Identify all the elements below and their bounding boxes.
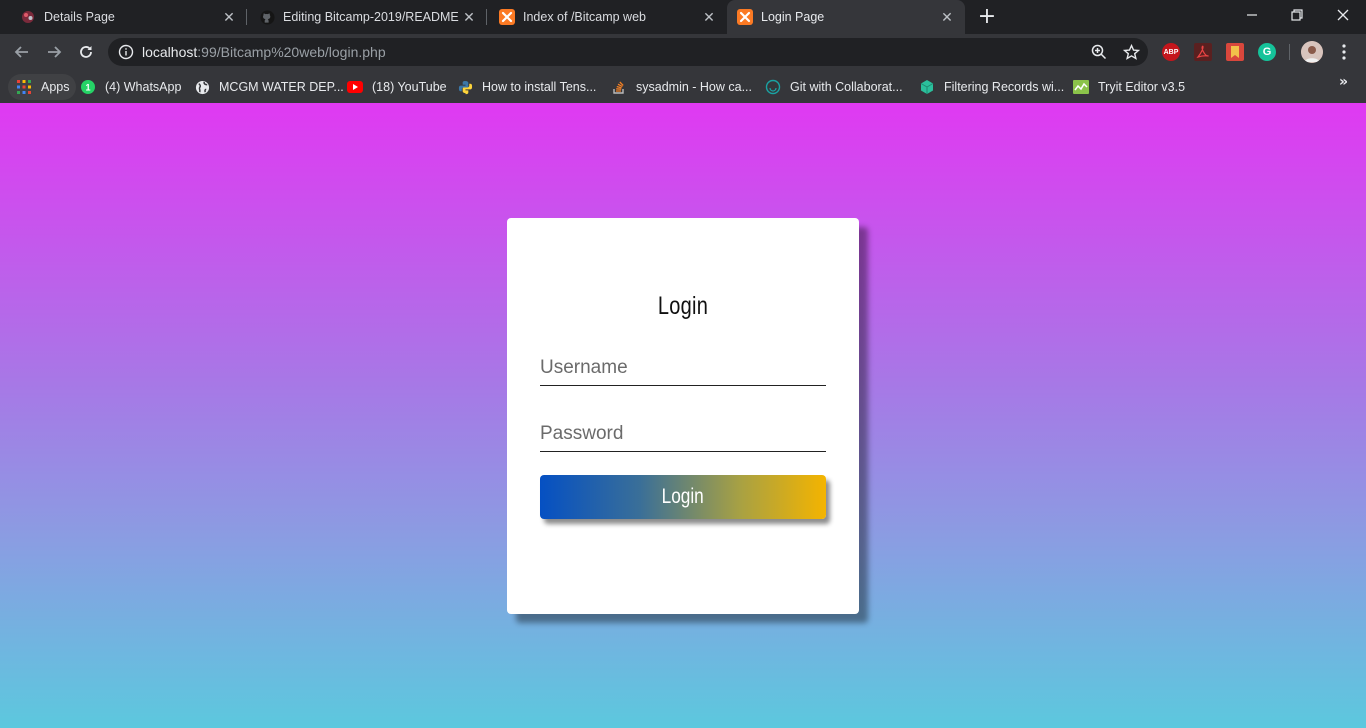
password-input[interactable] xyxy=(540,416,826,452)
bookmark-star-icon[interactable] xyxy=(1122,43,1140,61)
close-tab-icon[interactable]: ✕ xyxy=(219,9,239,26)
reload-icon[interactable] xyxy=(75,41,97,63)
address-bar[interactable]: localhost:99/Bitcamp%20web/login.php xyxy=(108,38,1148,66)
bookmark-git[interactable]: Git with Collaborat... xyxy=(765,74,903,100)
browser-toolbar: localhost:99/Bitcamp%20web/login.php ABP… xyxy=(0,34,1366,70)
login-button[interactable]: Login xyxy=(540,475,826,519)
globe-icon xyxy=(194,79,210,95)
stackoverflow-icon xyxy=(611,79,627,95)
close-window-icon[interactable] xyxy=(1331,4,1355,26)
tab-title: Editing Bitcamp-2019/README.m xyxy=(283,10,459,24)
restore-icon[interactable] xyxy=(1285,4,1309,26)
page-viewport: Login Login xyxy=(0,103,1366,728)
bookmarks-bar: Apps 1 (4) WhatsApp MCGM WATER DEP... (1… xyxy=(0,70,1366,103)
bookmark-tryit[interactable]: Tryit Editor v3.5 xyxy=(1073,74,1185,100)
tab-login-page[interactable]: Login Page ✕ xyxy=(727,0,965,34)
tab-editing-readme[interactable]: Editing Bitcamp-2019/README.m ✕ xyxy=(247,0,487,34)
github-icon xyxy=(259,9,275,25)
bookmark-youtube[interactable]: (18) YouTube xyxy=(347,74,447,100)
login-heading: Login xyxy=(657,292,709,320)
zoom-icon[interactable] xyxy=(1090,43,1108,61)
app-icon xyxy=(20,9,36,25)
bookmark-label: Apps xyxy=(41,80,70,94)
whatsapp-icon: 1 xyxy=(80,79,96,95)
close-tab-icon[interactable]: ✕ xyxy=(459,9,479,26)
url-host: localhost xyxy=(142,44,198,60)
username-input[interactable] xyxy=(540,350,826,386)
apps-grid-icon xyxy=(16,79,32,95)
cube-icon xyxy=(919,79,935,95)
login-button-label: Login xyxy=(661,485,705,508)
bookmark-sysadmin[interactable]: sysadmin - How ca... xyxy=(611,74,752,100)
close-tab-icon[interactable]: ✕ xyxy=(699,9,719,26)
close-tab-icon[interactable]: ✕ xyxy=(937,9,957,26)
login-card: Login Login xyxy=(507,218,859,614)
forward-icon[interactable] xyxy=(43,41,65,63)
tab-title: Details Page xyxy=(44,10,115,24)
grammarly-icon[interactable]: G xyxy=(1258,43,1276,61)
chart-icon xyxy=(1073,79,1089,95)
bookmark-apps[interactable]: Apps xyxy=(8,74,76,100)
pdf-icon[interactable] xyxy=(1194,43,1212,61)
tab-title: Index of /Bitcamp web xyxy=(523,10,646,24)
svg-text:1: 1 xyxy=(85,83,90,93)
bookmark-extension-icon[interactable] xyxy=(1226,43,1244,61)
xampp-icon xyxy=(499,9,515,25)
python-icon xyxy=(457,79,473,95)
back-icon[interactable] xyxy=(11,41,33,63)
minimize-icon[interactable] xyxy=(1240,4,1264,26)
circle-icon xyxy=(765,79,781,95)
bookmark-whatsapp[interactable]: 1 (4) WhatsApp xyxy=(80,74,181,100)
toolbar-divider xyxy=(1289,44,1290,60)
menu-icon[interactable] xyxy=(1335,43,1353,61)
url-text: localhost:99/Bitcamp%20web/login.php xyxy=(142,44,386,60)
adblock-icon[interactable]: ABP xyxy=(1162,43,1180,61)
bookmark-mcgm[interactable]: MCGM WATER DEP... xyxy=(194,74,344,100)
info-icon[interactable] xyxy=(118,44,134,60)
tab-title: Login Page xyxy=(761,10,825,24)
bookmark-label: Git with Collaborat... xyxy=(790,80,903,94)
bookmark-label: sysadmin - How ca... xyxy=(636,80,753,94)
adblock-label: ABP xyxy=(1163,48,1179,56)
url-path: :99/Bitcamp%20web/login.php xyxy=(197,44,386,60)
bookmark-label: (18) YouTube xyxy=(372,80,447,94)
bookmarks-overflow-icon[interactable]: » xyxy=(1339,74,1348,90)
youtube-icon xyxy=(347,79,363,95)
bookmark-label: How to install Tens... xyxy=(482,80,597,94)
new-tab-button[interactable]: + xyxy=(977,5,997,29)
bookmark-filtering[interactable]: Filtering Records wi... xyxy=(919,74,1064,100)
bookmark-label: (4) WhatsApp xyxy=(105,80,182,94)
profile-avatar[interactable] xyxy=(1301,41,1323,63)
bookmark-label: MCGM WATER DEP... xyxy=(219,80,344,94)
tab-strip: Details Page ✕ Editing Bitcamp-2019/READ… xyxy=(0,0,1366,34)
tab-index-bitcamp[interactable]: Index of /Bitcamp web ✕ xyxy=(487,0,727,34)
bookmark-tensorflow[interactable]: How to install Tens... xyxy=(457,74,596,100)
xampp-icon xyxy=(737,9,753,25)
bookmark-label: Tryit Editor v3.5 xyxy=(1098,80,1186,94)
bookmark-label: Filtering Records wi... xyxy=(944,80,1065,94)
tab-details-page[interactable]: Details Page ✕ xyxy=(0,0,247,34)
